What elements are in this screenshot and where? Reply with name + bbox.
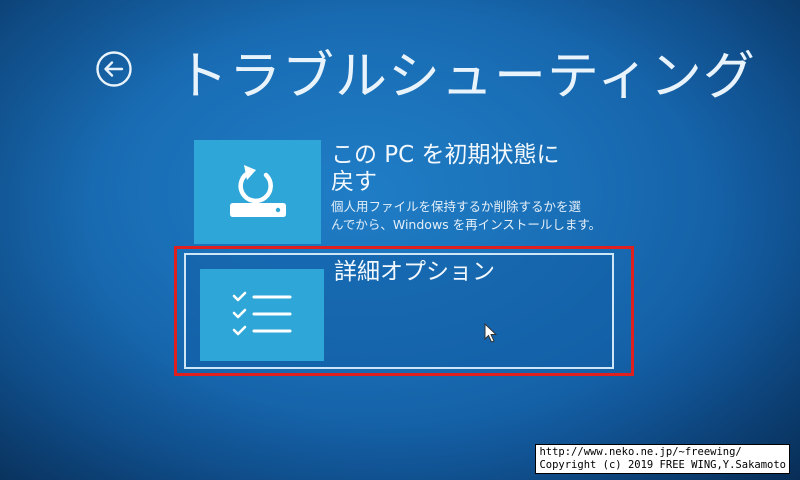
watermark-url: http://www.neko.ne.jp/~freewing/ (539, 446, 742, 458)
checklist-icon (232, 291, 292, 336)
advanced-options-tile (200, 269, 324, 361)
reset-pc-desc-line2: んでから、Windows を再インストールします。 (331, 217, 602, 232)
back-arrow-icon (96, 51, 132, 87)
reset-pc-icon (229, 165, 286, 217)
watermark-copyright: Copyright (c) 2019 FREE WING,Y.Sakamoto (539, 459, 786, 471)
page-title: トラブルシューティング (176, 47, 756, 107)
advanced-options-option[interactable]: 詳細オプション (184, 253, 614, 369)
advanced-options-text: 詳細オプション (334, 259, 495, 286)
reset-pc-title-line1: この PC を初期状態に (331, 142, 560, 168)
copyright-watermark: http://www.neko.ne.jp/~freewing/ Copyrig… (535, 444, 790, 474)
advanced-options-title: 詳細オプション (334, 259, 495, 285)
reset-pc-tile (194, 140, 321, 244)
reset-pc-text: この PC を初期状態に 戻す 個人用ファイルを保持するか削除するかを選 んでか… (331, 142, 601, 234)
reset-pc-desc-line1: 個人用ファイルを保持するか削除するかを選 (331, 199, 582, 214)
mouse-cursor-icon (484, 322, 498, 343)
back-button[interactable] (95, 50, 133, 88)
reset-pc-title-line2: 戻す (331, 169, 377, 195)
reset-pc-option[interactable]: この PC を初期状態に 戻す 個人用ファイルを保持するか削除するかを選 んでか… (194, 140, 614, 244)
